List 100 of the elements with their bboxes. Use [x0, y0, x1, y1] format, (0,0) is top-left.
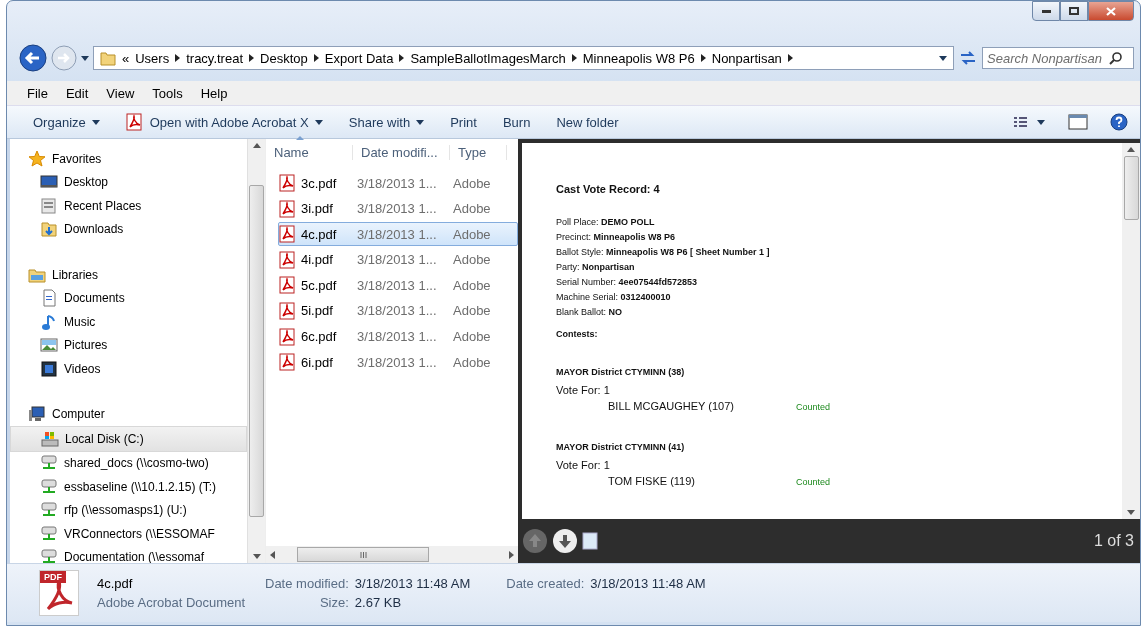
view-options-icon[interactable]: [1014, 116, 1046, 128]
scroll-thumb[interactable]: [249, 185, 264, 517]
breadcrumb-item[interactable]: tracy.treat: [186, 50, 244, 66]
menu-item[interactable]: File: [19, 83, 56, 103]
nav-item[interactable]: Computer: [10, 402, 247, 426]
column-header[interactable]: Date modifi...: [353, 144, 450, 160]
nav-item[interactable]: rfp (\\essomasps1) (U:): [10, 498, 247, 522]
file-type: Adobe: [453, 303, 491, 319]
scroll-arrow-icon[interactable]: [1127, 147, 1135, 152]
contest-title: MAYOR District CTYMINN (38): [556, 367, 686, 377]
toolbar-button[interactable]: Share with: [340, 111, 433, 133]
file-row[interactable]: 6i.pdf 3/18/2013 1... Adobe: [278, 350, 518, 375]
maximize-icon: [1069, 7, 1079, 15]
menu-item[interactable]: Edit: [57, 83, 97, 103]
detail-label: Date modified:: [265, 576, 349, 591]
previous-page-button[interactable]: [522, 528, 548, 554]
breadcrumb-arrow-icon[interactable]: [571, 54, 577, 62]
menu-item[interactable]: Tools: [144, 83, 191, 103]
file-row[interactable]: 5i.pdf 3/18/2013 1... Adobe: [278, 298, 518, 323]
nav-item[interactable]: Videos: [10, 357, 247, 381]
vote-status: Counted: [796, 402, 831, 412]
file-name: 4c.pdf: [301, 226, 337, 242]
overflow-chevron[interactable]: «: [122, 50, 130, 66]
search-field[interactable]: Search Nonpartisan: [982, 47, 1134, 69]
back-button[interactable]: [19, 44, 47, 72]
refresh-icon[interactable]: [958, 49, 978, 67]
column-header[interactable]: Name: [266, 144, 353, 160]
page-view-icon[interactable]: [582, 532, 598, 550]
nav-item[interactable]: Downloads: [10, 217, 247, 241]
column-header[interactable]: Type: [450, 144, 507, 160]
nav-item[interactable]: Music: [10, 310, 247, 334]
scrollbar[interactable]: [247, 139, 265, 563]
file-name: 3i.pdf: [301, 201, 333, 217]
breadcrumb-item[interactable]: Export Data: [324, 50, 394, 66]
toolbar-button[interactable]: Burn: [494, 111, 539, 133]
next-page-button[interactable]: [552, 528, 578, 554]
file-row[interactable]: 4c.pdf 3/18/2013 1... Adobe: [278, 222, 518, 247]
nav-item[interactable]: Desktop: [10, 170, 247, 194]
nav-item[interactable]: essbaseline (\\10.1.2.15) (T:): [10, 475, 247, 499]
file-name: 6c.pdf: [301, 329, 337, 345]
breadcrumb-item[interactable]: Desktop: [260, 50, 308, 66]
breadcrumb-item[interactable]: SampleBallotImagesMarch: [410, 50, 566, 66]
menu-item[interactable]: Help: [192, 83, 236, 103]
menu-item[interactable]: View: [98, 83, 143, 103]
detail-value: 2.67 KB: [354, 595, 403, 610]
toolbar-button[interactable]: New folder: [548, 111, 627, 133]
maximize-button[interactable]: [1060, 1, 1088, 21]
file-row[interactable]: 4i.pdf 3/18/2013 1... Adobe: [278, 247, 518, 272]
nav-item[interactable]: Recent Places: [10, 194, 247, 218]
breadcrumb-arrow-icon[interactable]: [399, 54, 405, 62]
preview-pane-icon[interactable]: [1068, 114, 1088, 130]
page-counter: 1 of 3: [1093, 532, 1134, 550]
address-bar[interactable]: « Users tracy.treat Desktop Export Data SampleBallotImagesMarch Minneapolis W8 P6 Nonpartisan: [93, 46, 954, 70]
horizontal-scrollbar[interactable]: [266, 546, 518, 563]
file-row[interactable]: 6c.pdf 3/18/2013 1... Adobe: [278, 324, 518, 349]
toolbar-button[interactable]: Open with Adobe Acrobat X: [117, 110, 331, 134]
pdf-file-icon: [279, 225, 297, 244]
breadcrumb-item[interactable]: Nonpartisan: [711, 50, 782, 66]
close-button[interactable]: [1088, 1, 1134, 21]
breadcrumb-arrow-icon[interactable]: [249, 54, 255, 62]
dropdown-caret-icon: [416, 119, 425, 125]
file-row[interactable]: 3i.pdf 3/18/2013 1... Adobe: [278, 196, 518, 221]
file-type: Adobe: [453, 277, 491, 293]
nav-item[interactable]: shared_docs (\\cosmo-two): [10, 451, 247, 475]
nav-item[interactable]: Favorites: [10, 147, 247, 171]
nav-item[interactable]: Local Disk (C:): [10, 426, 247, 452]
breadcrumb-item[interactable]: Users: [135, 50, 170, 66]
nav-item[interactable]: Documents: [10, 286, 247, 310]
toolbar-button[interactable]: Print: [442, 111, 485, 133]
breadcrumb-arrow-icon[interactable]: [313, 54, 319, 62]
file-row[interactable]: 5c.pdf 3/18/2013 1... Adobe: [278, 273, 518, 298]
breadcrumb-item[interactable]: Minneapolis W8 P6: [582, 50, 695, 66]
scroll-arrow-icon[interactable]: [1127, 510, 1135, 515]
file-name: 5c.pdf: [301, 277, 337, 293]
picture-icon: [40, 336, 58, 355]
toolbar-button[interactable]: Organize: [25, 111, 108, 133]
record-field: Ballot Style: Minneapolis W8 P6 [ Sheet Number 1 ]: [556, 247, 1122, 257]
nav-item[interactable]: Libraries: [10, 263, 247, 287]
music-note-icon: [40, 312, 58, 331]
breadcrumb-arrow-icon[interactable]: [175, 54, 181, 62]
scroll-thumb[interactable]: [1123, 156, 1139, 220]
scroll-arrow-icon[interactable]: [509, 550, 514, 559]
file-row[interactable]: 3c.pdf 3/18/2013 1... Adobe: [278, 171, 518, 195]
nav-item[interactable]: Pictures: [10, 333, 247, 357]
file-name: 3c.pdf: [301, 175, 337, 191]
scroll-arrow-icon[interactable]: [252, 143, 261, 148]
pdf-icon: [125, 113, 144, 131]
file-type: Adobe: [453, 175, 491, 191]
pdf-file-icon: [279, 250, 297, 269]
breadcrumb-arrow-icon[interactable]: [700, 54, 706, 62]
preview-scrollbar[interactable]: [1122, 143, 1140, 519]
star-icon: [28, 149, 46, 168]
help-icon[interactable]: [1110, 113, 1128, 131]
minimize-button[interactable]: [1032, 1, 1060, 21]
file-date: 3/18/2013 1...: [357, 226, 438, 242]
vote-for-text: Vote For: 1: [556, 459, 611, 471]
nav-item[interactable]: VRConnectors (\\ESSOMAF: [10, 522, 247, 546]
nav-item[interactable]: Documentation (\\essomaf: [10, 545, 247, 563]
record-field: Blank Ballot: NO: [556, 307, 1122, 317]
breadcrumb-arrow-icon[interactable]: [787, 54, 793, 62]
